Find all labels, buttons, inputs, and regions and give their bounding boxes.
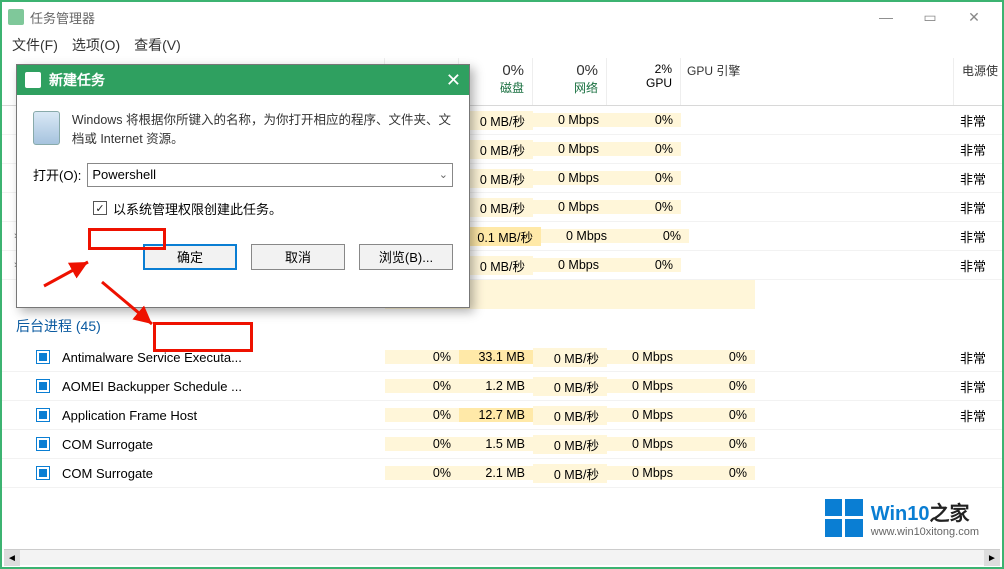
col-gpu[interactable]: 2%GPU: [607, 58, 681, 105]
cancel-button[interactable]: 取消: [251, 244, 345, 270]
horizontal-scrollbar[interactable]: ◄ ►: [4, 549, 1000, 565]
annotation-arrow: [44, 258, 104, 293]
open-value: Powershell: [92, 167, 156, 182]
col-disk[interactable]: 0%磁盘: [459, 58, 533, 105]
table-row[interactable]: COM Surrogate 0% 1.5 MB 0 MB/秒 0 Mbps 0%: [2, 430, 1002, 459]
browse-button[interactable]: 浏览(B)...: [359, 244, 453, 270]
dialog-icon: [25, 72, 41, 88]
dialog-title: 新建任务: [49, 70, 105, 90]
close-button[interactable]: ✕: [952, 9, 996, 26]
generic-process-icon: [36, 379, 50, 393]
maximize-button[interactable]: ▭: [908, 9, 952, 26]
generic-process-icon: [36, 408, 50, 422]
table-row[interactable]: Application Frame Host 0% 12.7 MB 0 MB/秒…: [2, 401, 1002, 430]
title-bar: 任务管理器 — ▭ ✕: [2, 2, 1002, 32]
admin-label: 以系统管理权限创建此任务。: [113, 199, 282, 218]
window-title: 任务管理器: [30, 8, 95, 27]
scroll-right-icon[interactable]: ►: [984, 550, 1000, 566]
minimize-button[interactable]: —: [864, 9, 908, 26]
menu-bar: 文件(F) 选项(O) 查看(V): [2, 32, 1002, 58]
menu-file[interactable]: 文件(F): [8, 33, 62, 57]
col-network[interactable]: 0%网络: [533, 58, 607, 105]
menu-view[interactable]: 查看(V): [130, 33, 185, 57]
generic-process-icon: [36, 466, 50, 480]
col-power[interactable]: 电源使: [954, 58, 1002, 105]
col-gpu-engine[interactable]: GPU 引擎: [681, 58, 954, 105]
run-icon: [33, 111, 60, 145]
generic-process-icon: [36, 350, 50, 364]
annotation-arrow: [102, 282, 162, 337]
annotation-box: [153, 322, 253, 352]
watermark: Win10之家 www.win10xitong.com: [814, 490, 990, 545]
dropdown-icon[interactable]: ⌄: [439, 168, 448, 181]
annotation-box: [88, 228, 166, 250]
menu-options[interactable]: 选项(O): [68, 33, 124, 57]
dialog-title-bar[interactable]: 新建任务 ✕: [17, 65, 469, 95]
table-row[interactable]: AOMEI Backupper Schedule ... 0% 1.2 MB 0…: [2, 372, 1002, 401]
open-label: 打开(O):: [33, 165, 81, 184]
open-combobox[interactable]: Powershell ⌄: [87, 163, 453, 187]
table-row[interactable]: Antimalware Service Executa... 0% 33.1 M…: [2, 343, 1002, 372]
scroll-left-icon[interactable]: ◄: [4, 550, 20, 566]
win10-logo-icon: [825, 499, 863, 537]
dialog-desc: Windows 将根据你所键入的名称，为你打开相应的程序、文件夹、文档或 Int…: [72, 111, 453, 149]
table-row[interactable]: COM Surrogate 0% 2.1 MB 0 MB/秒 0 Mbps 0%: [2, 459, 1002, 488]
generic-process-icon: [36, 437, 50, 451]
dialog-close-button[interactable]: ✕: [446, 70, 461, 91]
app-icon: [8, 9, 24, 25]
admin-checkbox[interactable]: ✓: [93, 201, 107, 215]
